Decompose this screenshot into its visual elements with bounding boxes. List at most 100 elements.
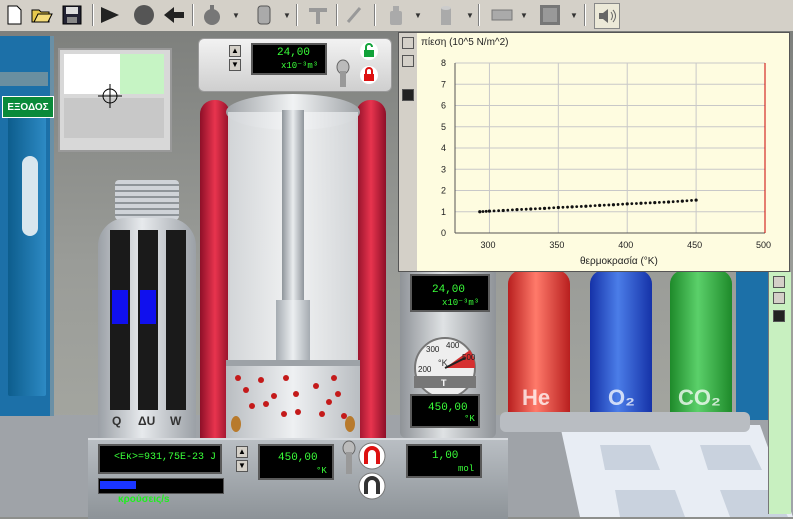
- data-point-trail: [506, 208, 510, 212]
- data-point-trail: [630, 202, 634, 206]
- kinetic-energy-display: <Εκ>=931,75E-23 J: [98, 444, 222, 474]
- bottle-icon[interactable]: [384, 3, 408, 27]
- magnet-dark-icon[interactable]: [358, 472, 386, 500]
- moles-value: 1,00: [432, 450, 459, 462]
- back-arrow-icon[interactable]: [162, 3, 186, 27]
- data-point-trail: [575, 205, 579, 209]
- right-door: [736, 270, 768, 420]
- stop-icon[interactable]: [132, 3, 156, 27]
- w-bar: [166, 230, 186, 410]
- piston-control-panel: ▲ ▼ 24,00 x10⁻³m³: [198, 38, 392, 92]
- data-point-trail: [657, 201, 661, 204]
- piston-icon[interactable]: [306, 3, 330, 27]
- open-folder-icon[interactable]: [30, 3, 54, 27]
- lever-icon[interactable]: [340, 440, 358, 476]
- lock-icon[interactable]: [359, 65, 379, 85]
- data-point: [680, 199, 684, 203]
- data-point-trail: [690, 199, 693, 202]
- heater-down-button[interactable]: ▼: [236, 460, 248, 472]
- data-point: [487, 209, 492, 213]
- data-point-trail: [520, 208, 523, 211]
- y-tick-label: 4: [441, 143, 446, 153]
- temperature-gauge: 200 300 400 500 °K T: [410, 328, 480, 399]
- energy-cylinder: Q ΔU W: [90, 180, 200, 446]
- temperature-display: 450,00 °K: [410, 394, 480, 428]
- graph-save-button[interactable]: [402, 89, 414, 101]
- data-point-trail: [635, 202, 638, 205]
- thermometer-icon[interactable]: [342, 3, 366, 27]
- unlock-icon[interactable]: [359, 41, 379, 61]
- data-point-trail: [579, 205, 583, 208]
- gauge-tick-400: 400: [446, 341, 460, 350]
- container-icon[interactable]: [490, 3, 514, 27]
- heater-temperature-display: 450,00 °K: [258, 444, 334, 480]
- helium-label: He: [522, 385, 551, 410]
- exit-sign: ΕΞΟΔΟΣ: [2, 96, 54, 118]
- graph-minimize-button[interactable]: [402, 55, 414, 67]
- data-point: [501, 208, 505, 213]
- collisions-meter: [98, 478, 224, 494]
- graph-restore-button[interactable]: [402, 37, 414, 49]
- data-point-trail: [602, 203, 606, 207]
- x-tick-label: 500: [756, 240, 771, 250]
- crosshair-icon: [98, 84, 122, 108]
- toolbar: ▼ ▼ ▼ ▼ ▼ ▼: [0, 0, 793, 32]
- texture-icon[interactable]: [538, 3, 562, 27]
- gas-chamber: [226, 360, 360, 446]
- volume-up-button[interactable]: ▲: [229, 45, 241, 57]
- y-tick-label: 5: [441, 122, 446, 132]
- oxygen-tank[interactable]: O₂: [590, 270, 652, 420]
- data-point-trail: [607, 203, 611, 207]
- x-tick-label: 400: [618, 240, 633, 250]
- heater-stepper[interactable]: ▲ ▼: [236, 446, 250, 474]
- y-tick-label: 0: [441, 228, 446, 238]
- data-point-trail: [662, 200, 666, 204]
- x-tick-label: 350: [549, 240, 564, 250]
- data-point-trail: [676, 200, 680, 203]
- magnet-red-icon[interactable]: [358, 442, 386, 470]
- q-label: Q: [112, 414, 122, 428]
- y-tick-label: 1: [441, 207, 446, 217]
- gauge-tick-300: 300: [426, 345, 440, 354]
- kinetic-energy-value: <Εκ>=931,75E-23 J: [114, 452, 217, 463]
- helium-tank[interactable]: He: [508, 270, 570, 420]
- piston-volume-value: 24,00: [277, 47, 311, 59]
- data-point-trail: [589, 204, 592, 208]
- data-point-trail: [533, 207, 537, 211]
- save-icon[interactable]: [60, 3, 84, 27]
- data-point-trail: [644, 201, 647, 205]
- heater-temperature-value: 450,00: [278, 452, 318, 464]
- speaker-icon[interactable]: [594, 3, 620, 29]
- data-point: [653, 201, 657, 205]
- side-panel-minimize-button[interactable]: [773, 292, 785, 304]
- side-panel-save-button[interactable]: [773, 310, 785, 322]
- data-point: [639, 201, 643, 205]
- side-panel[interactable]: [768, 272, 791, 514]
- y-tick-label: 6: [441, 101, 446, 111]
- heater-up-button[interactable]: ▲: [236, 446, 248, 458]
- x-tick-label: 300: [480, 240, 495, 250]
- volume-unit: x10⁻³m³: [442, 298, 480, 308]
- volume-down-button[interactable]: ▼: [229, 59, 241, 71]
- moles-display: 1,00 mol: [406, 444, 482, 478]
- gauge-tick-200: 200: [418, 365, 432, 374]
- data-point-trail: [648, 201, 652, 205]
- co2-label: CO₂: [678, 385, 721, 410]
- flask-icon[interactable]: [200, 3, 224, 27]
- co2-tank[interactable]: CO₂: [670, 270, 732, 420]
- piston-volume-display: 24,00 x10⁻³m³: [251, 43, 327, 75]
- data-point-trail: [671, 200, 675, 204]
- side-panel-restore-button[interactable]: [773, 276, 785, 288]
- data-point-trail: [621, 202, 625, 206]
- cylinder-icon[interactable]: [434, 3, 458, 27]
- select-arrow-icon[interactable]: [98, 3, 122, 27]
- piston-volume-unit: x10⁻³m³: [281, 61, 319, 71]
- data-point: [556, 205, 560, 210]
- data-point: [542, 206, 547, 210]
- beaker-icon[interactable]: [252, 3, 276, 27]
- oxygen-label: O₂: [608, 385, 635, 410]
- data-point: [625, 202, 629, 206]
- handle-icon[interactable]: [333, 59, 353, 89]
- new-file-icon[interactable]: [2, 3, 26, 27]
- volume-stepper[interactable]: ▲ ▼: [229, 43, 249, 79]
